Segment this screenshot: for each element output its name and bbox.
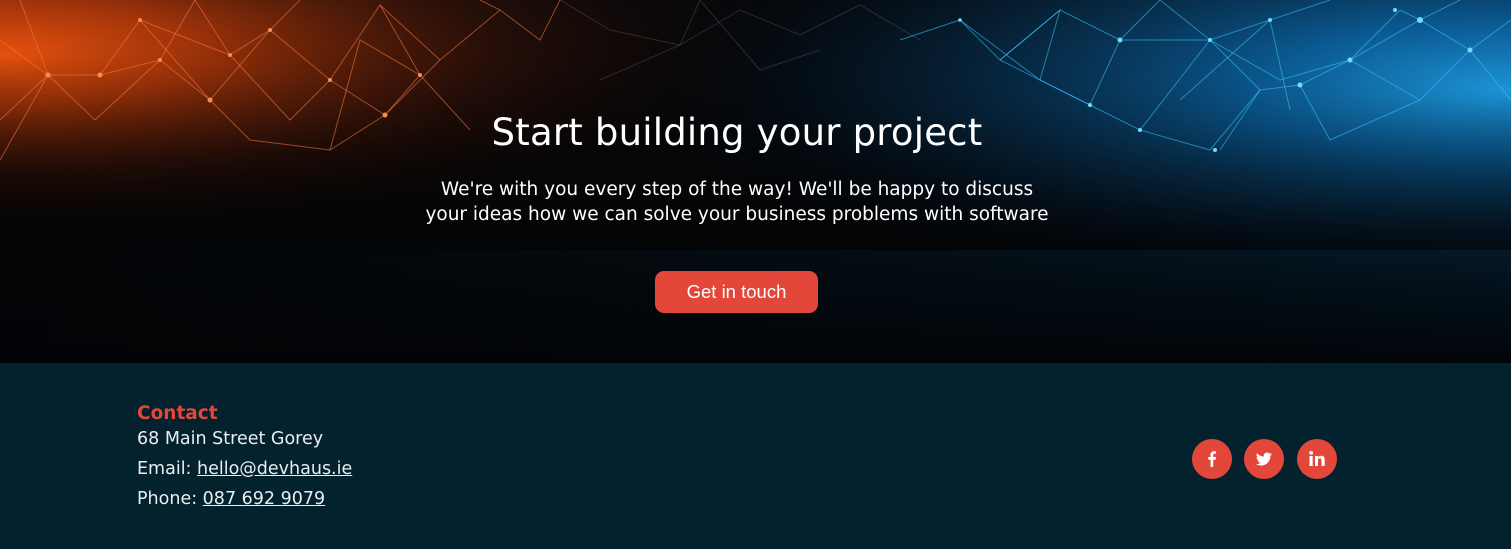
contact-phone: Phone: 087 692 9079 [137,487,325,511]
email-label: Email: [137,459,198,479]
twitter-button[interactable] [1244,439,1284,479]
get-in-touch-button[interactable]: Get in touch [655,271,818,313]
contact-email: Email: hello@devhaus.ie [137,457,352,481]
linkedin-icon [1309,451,1325,466]
contact-heading: Contact [137,403,218,424]
facebook-icon [1208,451,1217,467]
phone-label: Phone: [137,489,203,509]
hero-subtitle: We're with you every step of the way! We… [0,177,1474,227]
footer [0,363,1511,549]
facebook-button[interactable] [1192,439,1232,479]
twitter-icon [1256,452,1272,466]
linkedin-button[interactable] [1297,439,1337,479]
hero-section: Start building your project We're with y… [0,0,1511,363]
hero-subtitle-line: We're with you every step of the way! We… [440,179,1034,200]
email-link[interactable]: hello@devhaus.ie [197,459,352,479]
phone-link[interactable]: 087 692 9079 [203,489,325,509]
hero-title: Start building your project [491,111,983,154]
contact-address: 68 Main Street Gorey [137,429,324,449]
hero-subtitle-line: your ideas how we can solve your busines… [425,204,1049,225]
